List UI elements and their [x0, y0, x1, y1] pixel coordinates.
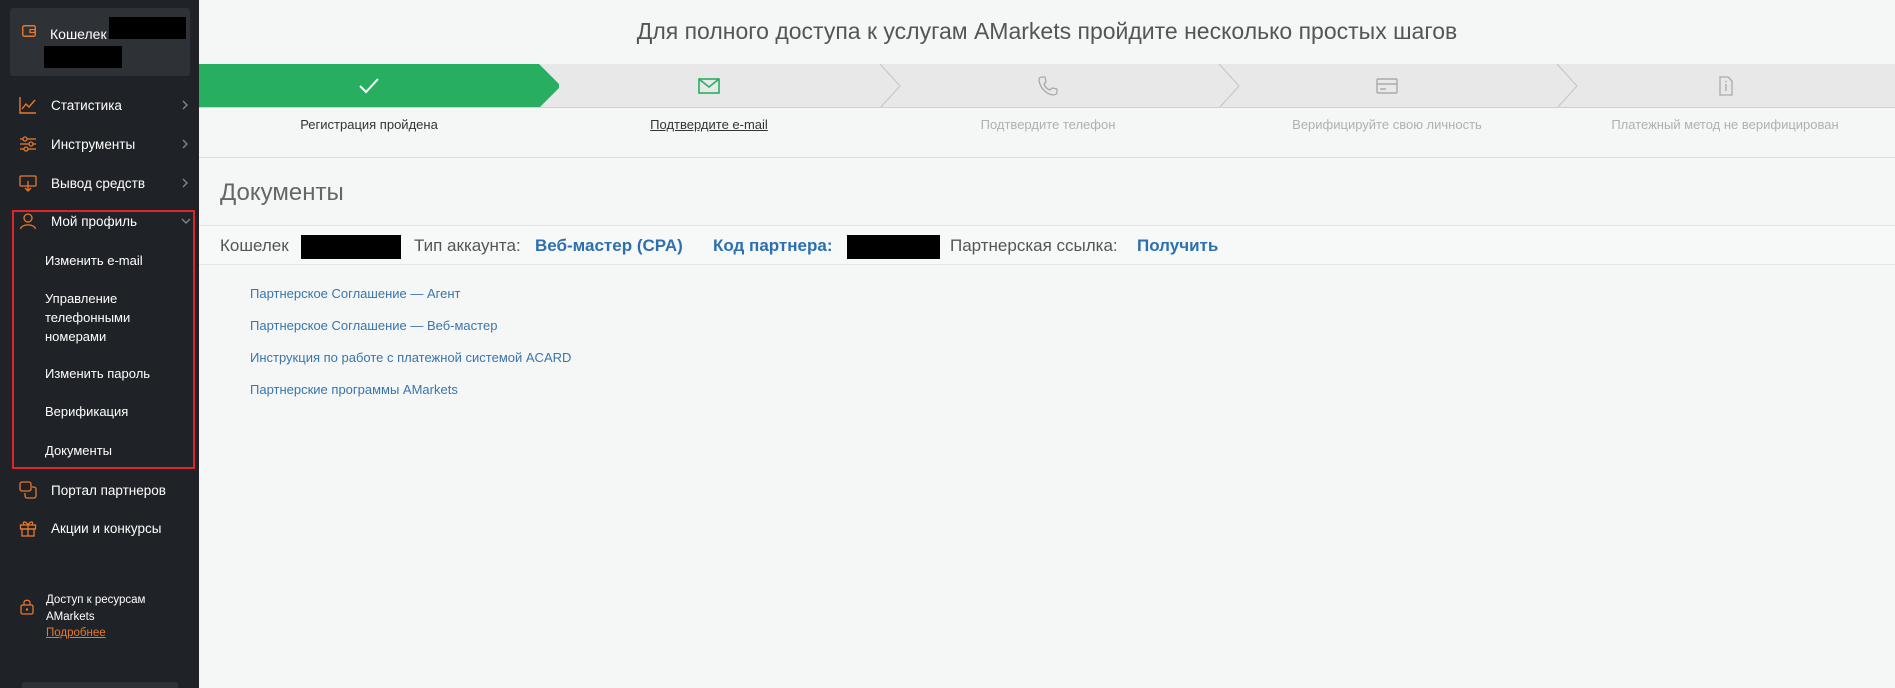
chat-icon: [19, 481, 37, 499]
sidebar-item-label: Инструменты: [51, 136, 136, 152]
submenu-documents[interactable]: Документы: [45, 441, 112, 460]
sidebar: Кошелек Статистика Инструменты Вывод сре…: [0, 0, 199, 688]
sliders-icon: [20, 136, 36, 152]
step-label-confirm-email[interactable]: Подтвердите e-mail: [539, 117, 879, 132]
withdraw-icon: [19, 175, 37, 192]
submenu-change-email[interactable]: Изменить e-mail: [45, 251, 143, 270]
sidebar-item-label: Портал партнеров: [51, 482, 166, 498]
info-partner-link-label: Партнерская ссылка:: [950, 236, 1118, 255]
chevron-right-icon: [182, 100, 188, 110]
step-separator: [879, 64, 901, 107]
sidebar-bottom-bar: [22, 682, 178, 688]
doc-link-acard-instructions[interactable]: Инструкция по работе с платежной системо…: [250, 350, 571, 365]
chevron-down-icon: [181, 218, 191, 224]
banner-title: Для полного доступа к услугам AMarkets п…: [636, 18, 1458, 44]
info-partner-link-get[interactable]: Получить: [1137, 236, 1218, 256]
gift-icon: [19, 521, 37, 537]
step-separator: [1218, 64, 1240, 107]
document-icon: [1719, 76, 1733, 96]
wallet-box[interactable]: Кошелек: [10, 8, 190, 76]
chevron-right-icon: [182, 178, 188, 188]
chart-icon: [19, 97, 36, 114]
info-account-type-label: Тип аккаунта:: [414, 236, 521, 255]
redacted-wallet-id: [301, 235, 401, 259]
step-label-registration: Регистрация пройдена: [300, 117, 438, 132]
info-partner-code-label: Код партнера:: [713, 236, 833, 255]
account-info-bar: Кошелек Тип аккаунта: Веб-мастер (CPA) К…: [199, 225, 1895, 265]
card-icon: [1376, 78, 1398, 94]
step-label-verify-identity: Верифицируйте свою личность: [1292, 117, 1482, 132]
step-label-confirm-phone: Подтвердите телефон: [980, 117, 1116, 132]
sidebar-item-label: Мой профиль: [51, 213, 138, 229]
sidebar-item-tools[interactable]: Инструменты: [0, 126, 199, 162]
step-label-payment-method: Платежный метод не верифицирован: [1611, 117, 1839, 132]
step-separator: [1556, 64, 1578, 107]
sidebar-item-profile[interactable]: Мой профиль: [0, 203, 199, 239]
sidebar-item-partner-portal[interactable]: Портал партнеров: [0, 472, 199, 508]
progress-steps: [199, 64, 1895, 108]
redacted-wallet-balance: [44, 46, 122, 68]
divider: [199, 157, 1895, 158]
redacted-partner-code: [847, 235, 940, 259]
sidebar-item-label: Вывод средств: [51, 175, 146, 191]
submenu-manage-phones[interactable]: Управление телефонными номерами: [45, 289, 155, 346]
access-text: Доступ к ресурсам AMarkets: [46, 594, 146, 623]
envelope-icon: [698, 78, 720, 94]
user-icon: [19, 213, 37, 230]
sidebar-item-statistics[interactable]: Статистика: [0, 87, 199, 123]
submenu-verification[interactable]: Верификация: [45, 402, 128, 421]
main-content: Для полного доступа к услугам AMarkets п…: [199, 0, 1895, 688]
chevron-right-icon: [182, 139, 188, 149]
wallet-label: Кошелек: [50, 26, 107, 42]
sidebar-item-label: Акции и конкурсы: [51, 520, 162, 536]
info-account-type-value: Веб-мастер (CPA): [535, 236, 683, 255]
sidebar-item-label: Статистика: [51, 97, 122, 113]
sidebar-item-withdraw[interactable]: Вывод средств: [0, 165, 199, 201]
submenu-change-password[interactable]: Изменить пароль: [45, 364, 150, 383]
doc-link-webmaster-agreement[interactable]: Партнерское Соглашение — Веб-мастер: [250, 318, 497, 333]
doc-link-agent-agreement[interactable]: Партнерское Соглашение — Агент: [250, 286, 460, 301]
check-icon: [359, 78, 379, 94]
phone-icon: [1038, 76, 1058, 96]
info-wallet-label: Кошелек: [220, 236, 289, 255]
sidebar-item-promotions[interactable]: Акции и конкурсы: [0, 510, 199, 546]
doc-link-partner-programs[interactable]: Партнерские программы AMarkets: [250, 382, 458, 397]
wallet-icon: [22, 25, 36, 37]
redacted-wallet-number: [109, 17, 186, 39]
lock-icon: [20, 599, 34, 615]
access-more-link[interactable]: Подробнее: [46, 627, 106, 639]
page-title: Документы: [220, 179, 344, 206]
